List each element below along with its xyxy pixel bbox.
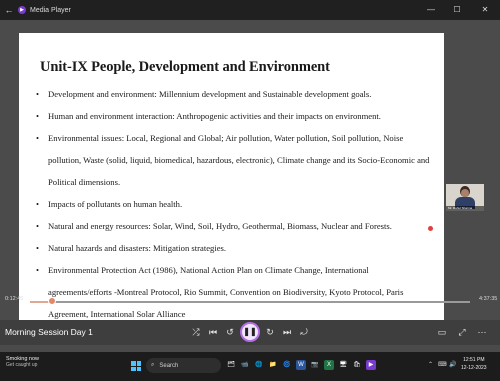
browser-icon[interactable]: 🌐: [254, 360, 264, 370]
slide-bullet: Natural hazards and disasters: Mitigatio…: [29, 237, 434, 259]
slide-bullet: Environmental issues: Local, Regional an…: [29, 127, 434, 193]
store-icon[interactable]: 🛍: [352, 360, 362, 370]
taskbar-search-box[interactable]: ⌕ Search: [146, 358, 221, 373]
search-placeholder: Search: [159, 362, 179, 369]
seek-thumb[interactable]: [48, 297, 56, 305]
windows-start-icon[interactable]: [131, 361, 141, 371]
session-title: Morning Session Day 1: [5, 327, 93, 337]
folder-icon[interactable]: 📁: [268, 360, 278, 370]
slide-bullet: Environmental Protection Act (1986), Nat…: [29, 259, 434, 323]
video-call-icon[interactable]: 📹: [240, 360, 250, 370]
clock-date: 12-12-2023: [461, 365, 487, 371]
cast-icon[interactable]: ▭: [436, 327, 448, 338]
rewind-icon[interactable]: ↺: [224, 327, 236, 338]
chrome-icon[interactable]: 🌀: [282, 360, 292, 370]
pointer-dot: [428, 226, 433, 231]
webcam-caption: Mr. Rahul Sharma: [446, 206, 484, 211]
presenter-webcam: Mr. Rahul Sharma: [446, 184, 484, 211]
presentation-slide: Unit-IX People, Development and Environm…: [19, 33, 444, 323]
elapsed-time: 0:12:45: [5, 296, 24, 302]
presenter-face: [461, 189, 469, 197]
slide-title: Unit-IX People, Development and Environm…: [40, 59, 330, 75]
next-icon[interactable]: ⏭: [281, 327, 293, 338]
window-title: Media Player: [30, 6, 71, 14]
title-bar: ← ▶ Media Player — ☐ ✕: [0, 0, 500, 20]
slide-bullet: Human and environment interaction: Anthr…: [29, 105, 434, 127]
file-explorer-icon[interactable]: 🗂: [226, 360, 236, 370]
clock-time: 12:51 PM: [463, 357, 485, 363]
slide-bullet: Impacts of pollutants on human health.: [29, 193, 434, 215]
minimize-button[interactable]: —: [420, 0, 442, 20]
more-options-icon[interactable]: ⋯: [476, 327, 488, 338]
taskbar: [0, 352, 500, 381]
search-icon: ⌕: [151, 362, 155, 368]
excel-icon[interactable]: X: [324, 360, 334, 370]
seek-bar[interactable]: [30, 301, 470, 303]
camera-icon[interactable]: 📷: [310, 360, 320, 370]
news-widget[interactable]: Smoking now Get caught up: [6, 356, 39, 368]
word-icon[interactable]: W: [296, 360, 306, 370]
slide-bullet-list: Development and environment: Millennium …: [29, 83, 434, 323]
total-time: 4:37:35: [479, 296, 498, 302]
slide-bullet: Development and environment: Millennium …: [29, 83, 434, 105]
media-player-app-icon: ▶: [18, 6, 26, 14]
video-area[interactable]: Unit-IX People, Development and Environm…: [0, 20, 500, 345]
close-button[interactable]: ✕: [474, 0, 496, 20]
forward-icon[interactable]: ↻: [264, 327, 276, 338]
tray-overflow-icon[interactable]: ⌃: [428, 361, 433, 368]
system-clock[interactable]: 12:51 PM 12-12-2023: [461, 356, 487, 372]
slide-bullet: Natural and energy resources: Solar, Win…: [29, 215, 434, 237]
keyboard-icon[interactable]: ⌨: [438, 361, 447, 368]
fullscreen-icon[interactable]: ⤢: [456, 327, 468, 338]
desktop-app-icon[interactable]: 🖥: [338, 360, 348, 370]
shuffle-icon[interactable]: ⤮: [190, 327, 202, 338]
media-player-taskbar-icon[interactable]: ▶: [366, 360, 376, 370]
back-arrow-icon[interactable]: ←: [0, 5, 18, 15]
pause-button[interactable]: ❚❚: [240, 322, 260, 342]
maximize-button[interactable]: ☐: [446, 0, 468, 20]
news-widget-subtitle: Get caught up: [6, 362, 38, 368]
repeat-icon[interactable]: ⤾: [298, 327, 310, 338]
volume-icon[interactable]: 🔊: [449, 361, 456, 368]
previous-icon[interactable]: ⏮: [207, 327, 219, 338]
